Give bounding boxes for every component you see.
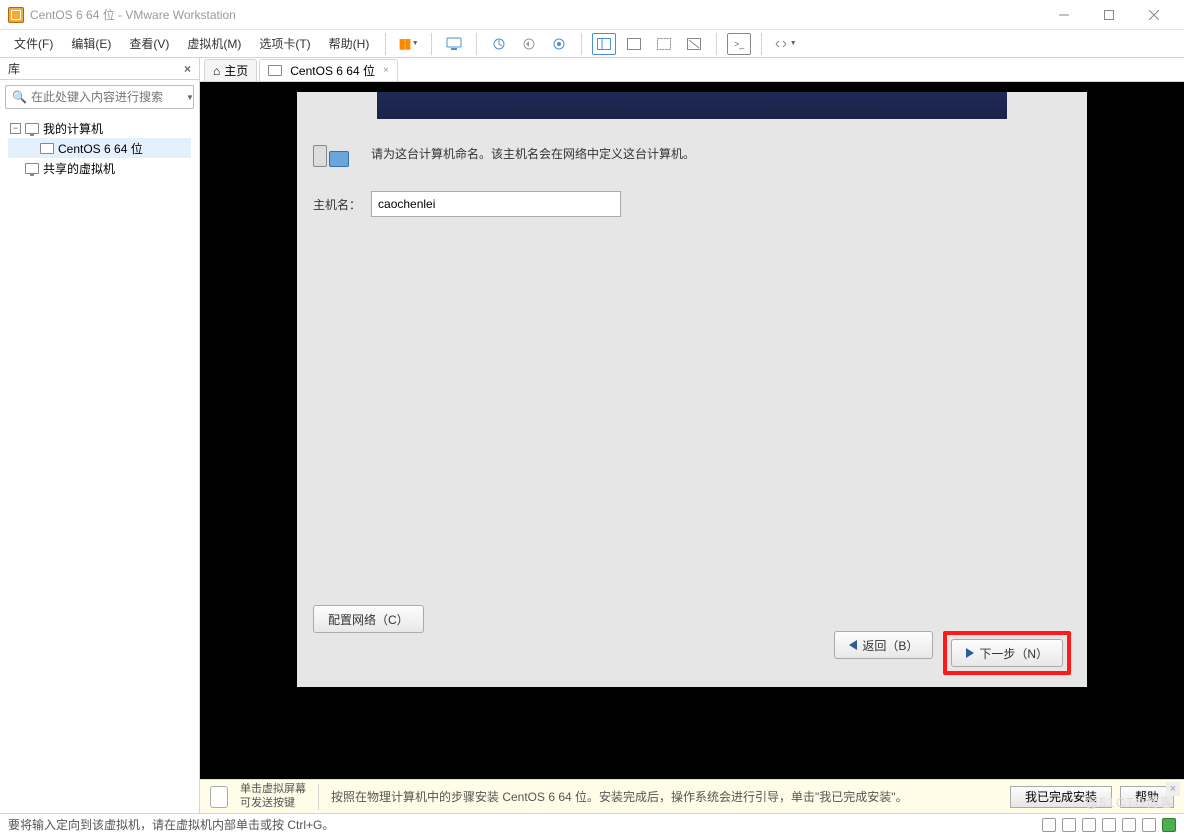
search-icon: 🔍 <box>12 90 27 104</box>
tree-node-mycomputer[interactable]: − 我的计算机 <box>8 118 191 138</box>
installer-description: 请为这台计算机命名。该主机名会在网络中定义这台计算机。 <box>371 145 695 162</box>
hostname-label: 主机名： <box>313 196 361 213</box>
close-button[interactable] <box>1131 1 1176 29</box>
window-title: CentOS 6 64 位 - VMware Workstation <box>30 6 236 23</box>
statusbar: 要将输入定向到该虚拟机，请在虚拟机内部单击或按 Ctrl+G。 <box>0 813 1184 835</box>
hostname-illustration-icon <box>313 139 361 167</box>
installer-banner <box>377 92 1007 119</box>
tree-label: 我的计算机 <box>43 120 103 137</box>
tab-strip: ⌂ 主页 CentOS 6 64 位 × <box>200 58 1184 82</box>
view-single-icon[interactable] <box>592 33 616 55</box>
vm-icon <box>268 65 282 76</box>
send-ctrl-alt-del-icon[interactable] <box>442 33 466 55</box>
button-label: 返回（B） <box>862 637 918 654</box>
tree-label: 共享的虚拟机 <box>43 160 115 177</box>
tab-close-icon[interactable]: × <box>383 65 389 76</box>
device-harddisk-icon[interactable] <box>1042 818 1056 832</box>
svg-text:>_: >_ <box>734 39 745 49</box>
tab-centos[interactable]: CentOS 6 64 位 × <box>259 59 398 81</box>
search-dropdown-icon[interactable]: ▼ <box>186 93 194 102</box>
view-fullscreen-icon[interactable] <box>652 33 676 55</box>
device-cdrom-icon[interactable] <box>1062 818 1076 832</box>
tab-home[interactable]: ⌂ 主页 <box>204 59 257 81</box>
library-tree: − 我的计算机 CentOS 6 64 位 共享的虚拟机 <box>0 114 199 182</box>
mouse-icon <box>210 786 228 808</box>
toolbar-separator <box>431 33 432 55</box>
minimize-button[interactable] <box>1041 1 1086 29</box>
toolbar-separator <box>385 33 386 55</box>
home-icon: ⌂ <box>213 64 220 78</box>
hostname-input[interactable] <box>371 191 621 217</box>
snapshot-take-icon[interactable] <box>487 33 511 55</box>
statusbar-text: 要将输入定向到该虚拟机，请在虚拟机内部单击或按 Ctrl+G。 <box>8 816 334 833</box>
menu-tabs[interactable]: 选项卡(T) <box>253 33 316 54</box>
toolbar-separator <box>761 33 762 55</box>
snapshot-revert-icon[interactable] <box>517 33 541 55</box>
menubar: 文件(F) 编辑(E) 查看(V) 虚拟机(M) 选项卡(T) 帮助(H) ▮▮… <box>0 30 1184 58</box>
toolbar-separator <box>716 33 717 55</box>
button-label: 下一步（N） <box>979 645 1048 662</box>
device-usb-icon[interactable] <box>1102 818 1116 832</box>
button-label: 配置网络（C） <box>328 611 409 628</box>
device-display-icon[interactable] <box>1162 818 1176 832</box>
maximize-button[interactable] <box>1086 1 1131 29</box>
install-info-bar: 单击虚拟屏幕 可发送按键 按照在物理计算机中的步骤安装 CentOS 6 64 … <box>200 779 1184 813</box>
menu-help[interactable]: 帮助(H) <box>323 33 376 54</box>
install-done-button[interactable]: 我已完成安装 <box>1010 786 1112 808</box>
pause-button[interactable]: ▮▮▼ <box>396 33 420 55</box>
tree-node-shared[interactable]: 共享的虚拟机 <box>8 158 191 178</box>
tree-label: CentOS 6 64 位 <box>58 140 143 157</box>
tab-label: CentOS 6 64 位 <box>290 62 375 79</box>
infobar-note: 单击虚拟屏幕 可发送按键 <box>240 783 306 809</box>
device-printer-icon[interactable] <box>1142 818 1156 832</box>
sidebar-close-icon[interactable]: × <box>184 62 191 76</box>
computer-icon <box>25 123 39 134</box>
next-button-highlight: 下一步（N） <box>943 631 1071 675</box>
infobar-close-icon[interactable]: × <box>1166 782 1180 796</box>
toolbar-separator <box>581 33 582 55</box>
device-network-icon[interactable] <box>1082 818 1096 832</box>
arrow-right-icon <box>966 648 974 658</box>
menu-view[interactable]: 查看(V) <box>123 33 175 54</box>
centos-installer-window: 请为这台计算机命名。该主机名会在网络中定义这台计算机。 主机名： 配置网络（C） <box>297 92 1087 687</box>
configure-network-button[interactable]: 配置网络（C） <box>313 605 424 633</box>
view-console-icon[interactable] <box>622 33 646 55</box>
toolbar-separator <box>476 33 477 55</box>
tab-label: 主页 <box>224 62 248 79</box>
library-search[interactable]: 🔍 ▼ <box>5 85 194 109</box>
snapshot-manager-icon[interactable] <box>547 33 571 55</box>
search-input[interactable] <box>31 90 186 104</box>
vm-icon <box>40 143 54 154</box>
next-button[interactable]: 下一步（N） <box>951 639 1063 667</box>
vm-console[interactable]: 请为这台计算机命名。该主机名会在网络中定义这台计算机。 主机名： 配置网络（C） <box>200 82 1184 779</box>
menu-file[interactable]: 文件(F) <box>8 33 59 54</box>
infobar-message: 按照在物理计算机中的步骤安装 CentOS 6 64 位。安装完成后，操作系统会… <box>331 788 908 805</box>
sidebar-title: 库 <box>8 60 20 77</box>
infobar-separator <box>318 784 319 810</box>
app-logo-icon <box>8 7 24 23</box>
tree-node-centos[interactable]: CentOS 6 64 位 <box>8 138 191 158</box>
menu-vm[interactable]: 虚拟机(M) <box>181 33 247 54</box>
window-titlebar: CentOS 6 64 位 - VMware Workstation <box>0 0 1184 30</box>
arrow-left-icon <box>849 640 857 650</box>
view-unity-icon[interactable] <box>682 33 706 55</box>
device-sound-icon[interactable] <box>1122 818 1136 832</box>
tree-collapse-icon[interactable]: − <box>10 123 21 134</box>
menu-edit[interactable]: 编辑(E) <box>65 33 117 54</box>
library-sidebar: 库 × 🔍 ▼ − 我的计算机 CentOS 6 64 位 共享的虚拟机 <box>0 58 200 813</box>
stretch-guest-icon[interactable]: ▼ <box>772 33 799 55</box>
back-button[interactable]: 返回（B） <box>834 631 933 659</box>
shared-vm-icon <box>25 163 39 174</box>
view-thumbnail-icon[interactable]: >_ <box>727 33 751 55</box>
